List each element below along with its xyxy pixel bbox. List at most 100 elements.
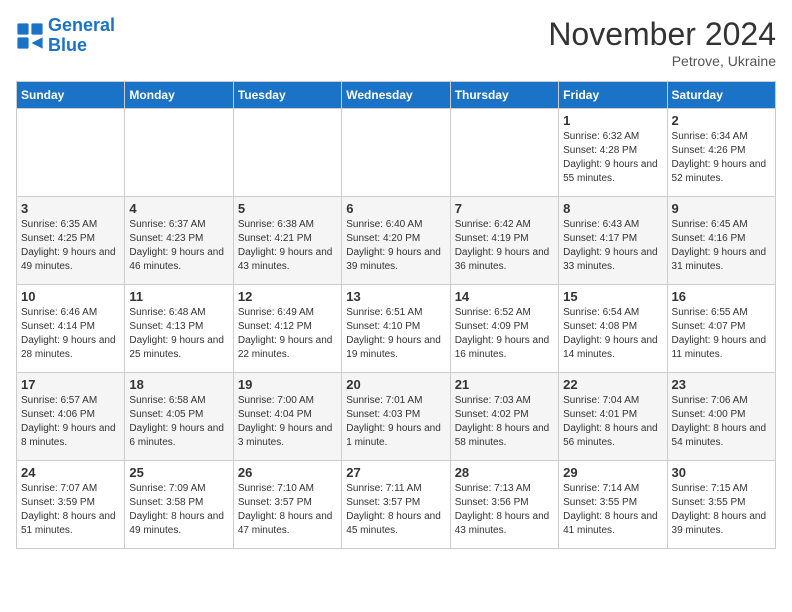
day-number: 21 (455, 377, 554, 392)
calendar-cell: 9Sunrise: 6:45 AM Sunset: 4:16 PM Daylig… (667, 197, 775, 285)
calendar-week-5: 24 Sunrise: 7:07 AM Sunset: 3:59 PM Dayli… (17, 461, 776, 549)
calendar-cell: 29 Sunrise: 7:14 AM Sunset: 3:55 PM Dayli… (559, 461, 667, 549)
calendar-week-3: 10 Sunrise: 6:46 AM Sunset: 4:14 PM Dayli… (17, 285, 776, 373)
day-info: Sunrise: 6:52 AM Sunset: 4:09 PM Dayligh… (455, 306, 554, 362)
day-number: 11 (129, 289, 228, 304)
calendar-cell: 5Sunrise: 6:38 AM Sunset: 4:21 PM Daylig… (233, 197, 341, 285)
calendar-cell: 28Sunrise: 7:13 AM Sunset: 3:56 PM Dayli… (450, 461, 558, 549)
calendar-cell: 11 Sunrise: 6:48 AM Sunset: 4:13 PM Dayli… (125, 285, 233, 373)
calendar-cell (450, 109, 558, 197)
day-number: 4 (129, 201, 228, 216)
day-number: 10 (21, 289, 120, 304)
day-info: Sunrise: 6:38 AM Sunset: 4:21 PM Dayligh… (238, 218, 337, 274)
day-number: 24 (21, 465, 120, 480)
day-number: 20 (346, 377, 445, 392)
calendar-cell (17, 109, 125, 197)
logo: General Blue (16, 16, 115, 56)
calendar-cell: 18 Sunrise: 6:58 AM Sunset: 4:05 PM Dayli… (125, 373, 233, 461)
calendar-cell: 26Sunrise: 7:10 AM Sunset: 3:57 PM Dayli… (233, 461, 341, 549)
day-info: Sunrise: 7:15 AM Sunset: 3:55 PM Dayligh… (672, 482, 771, 538)
day-number: 14 (455, 289, 554, 304)
calendar-cell: 21 Sunrise: 7:03 AM Sunset: 4:02 PM Dayli… (450, 373, 558, 461)
day-info: Sunrise: 6:42 AM Sunset: 4:19 PM Dayligh… (455, 218, 554, 274)
calendar-cell: 8 Sunrise: 6:43 AM Sunset: 4:17 PM Daylig… (559, 197, 667, 285)
day-info: Sunrise: 6:40 AM Sunset: 4:20 PM Dayligh… (346, 218, 445, 274)
day-number: 1 (563, 113, 662, 128)
day-number: 2 (672, 113, 771, 128)
calendar-cell (125, 109, 233, 197)
day-info: Sunrise: 6:43 AM Sunset: 4:17 PM Dayligh… (563, 218, 662, 274)
calendar-cell: 24 Sunrise: 7:07 AM Sunset: 3:59 PM Dayli… (17, 461, 125, 549)
location-subtitle: Petrove, Ukraine (548, 53, 776, 69)
day-info: Sunrise: 7:11 AM Sunset: 3:57 PM Dayligh… (346, 482, 445, 538)
calendar-cell: 30 Sunrise: 7:15 AM Sunset: 3:55 PM Dayli… (667, 461, 775, 549)
weekday-row: SundayMondayTuesdayWednesdayThursdayFrid… (17, 82, 776, 109)
calendar-header: SundayMondayTuesdayWednesdayThursdayFrid… (17, 82, 776, 109)
day-number: 7 (455, 201, 554, 216)
day-number: 9 (672, 201, 771, 216)
calendar-body: 1 Sunrise: 6:32 AM Sunset: 4:28 PM Daylig… (17, 109, 776, 549)
day-info: Sunrise: 6:58 AM Sunset: 4:05 PM Dayligh… (129, 394, 228, 450)
day-info: Sunrise: 7:03 AM Sunset: 4:02 PM Dayligh… (455, 394, 554, 450)
calendar-cell (342, 109, 450, 197)
day-info: Sunrise: 6:48 AM Sunset: 4:13 PM Dayligh… (129, 306, 228, 362)
month-title: November 2024 (548, 16, 776, 53)
day-info: Sunrise: 6:51 AM Sunset: 4:10 PM Dayligh… (346, 306, 445, 362)
day-info: Sunrise: 6:35 AM Sunset: 4:25 PM Dayligh… (21, 218, 120, 274)
day-info: Sunrise: 6:32 AM Sunset: 4:28 PM Dayligh… (563, 130, 662, 186)
day-number: 6 (346, 201, 445, 216)
day-number: 27 (346, 465, 445, 480)
calendar-cell: 1 Sunrise: 6:32 AM Sunset: 4:28 PM Daylig… (559, 109, 667, 197)
day-number: 12 (238, 289, 337, 304)
calendar-cell: 14 Sunrise: 6:52 AM Sunset: 4:09 PM Dayli… (450, 285, 558, 373)
calendar-cell: 22 Sunrise: 7:04 AM Sunset: 4:01 PM Dayli… (559, 373, 667, 461)
title-block: November 2024 Petrove, Ukraine (548, 16, 776, 69)
calendar-cell: 15Sunrise: 6:54 AM Sunset: 4:08 PM Dayli… (559, 285, 667, 373)
logo-line2: Blue (48, 35, 87, 55)
calendar-cell: 27 Sunrise: 7:11 AM Sunset: 3:57 PM Dayli… (342, 461, 450, 549)
day-number: 29 (563, 465, 662, 480)
day-number: 30 (672, 465, 771, 480)
calendar-table: SundayMondayTuesdayWednesdayThursdayFrid… (16, 81, 776, 549)
weekday-header-sunday: Sunday (17, 82, 125, 109)
day-number: 18 (129, 377, 228, 392)
day-info: Sunrise: 7:13 AM Sunset: 3:56 PM Dayligh… (455, 482, 554, 538)
day-info: Sunrise: 6:37 AM Sunset: 4:23 PM Dayligh… (129, 218, 228, 274)
calendar-cell: 17 Sunrise: 6:57 AM Sunset: 4:06 PM Dayli… (17, 373, 125, 461)
day-info: Sunrise: 7:14 AM Sunset: 3:55 PM Dayligh… (563, 482, 662, 538)
day-info: Sunrise: 6:34 AM Sunset: 4:26 PM Dayligh… (672, 130, 771, 186)
day-info: Sunrise: 7:00 AM Sunset: 4:04 PM Dayligh… (238, 394, 337, 450)
logo-icon (16, 22, 44, 50)
calendar-cell: 3Sunrise: 6:35 AM Sunset: 4:25 PM Daylig… (17, 197, 125, 285)
calendar-week-2: 3Sunrise: 6:35 AM Sunset: 4:25 PM Daylig… (17, 197, 776, 285)
day-info: Sunrise: 7:07 AM Sunset: 3:59 PM Dayligh… (21, 482, 120, 538)
day-info: Sunrise: 7:04 AM Sunset: 4:01 PM Dayligh… (563, 394, 662, 450)
day-info: Sunrise: 6:46 AM Sunset: 4:14 PM Dayligh… (21, 306, 120, 362)
weekday-header-tuesday: Tuesday (233, 82, 341, 109)
day-number: 15 (563, 289, 662, 304)
calendar-cell: 6 Sunrise: 6:40 AM Sunset: 4:20 PM Daylig… (342, 197, 450, 285)
page-header: General Blue November 2024 Petrove, Ukra… (16, 16, 776, 69)
weekday-header-thursday: Thursday (450, 82, 558, 109)
calendar-cell: 23Sunrise: 7:06 AM Sunset: 4:00 PM Dayli… (667, 373, 775, 461)
day-info: Sunrise: 7:06 AM Sunset: 4:00 PM Dayligh… (672, 394, 771, 450)
weekday-header-wednesday: Wednesday (342, 82, 450, 109)
day-number: 8 (563, 201, 662, 216)
day-number: 16 (672, 289, 771, 304)
calendar-week-4: 17 Sunrise: 6:57 AM Sunset: 4:06 PM Dayli… (17, 373, 776, 461)
day-info: Sunrise: 7:09 AM Sunset: 3:58 PM Dayligh… (129, 482, 228, 538)
calendar-week-1: 1 Sunrise: 6:32 AM Sunset: 4:28 PM Daylig… (17, 109, 776, 197)
calendar-cell: 19Sunrise: 7:00 AM Sunset: 4:04 PM Dayli… (233, 373, 341, 461)
day-info: Sunrise: 6:57 AM Sunset: 4:06 PM Dayligh… (21, 394, 120, 450)
day-info: Sunrise: 7:01 AM Sunset: 4:03 PM Dayligh… (346, 394, 445, 450)
day-number: 25 (129, 465, 228, 480)
day-info: Sunrise: 6:49 AM Sunset: 4:12 PM Dayligh… (238, 306, 337, 362)
weekday-header-saturday: Saturday (667, 82, 775, 109)
calendar-cell: 12 Sunrise: 6:49 AM Sunset: 4:12 PM Dayli… (233, 285, 341, 373)
calendar-cell (233, 109, 341, 197)
day-number: 17 (21, 377, 120, 392)
day-number: 22 (563, 377, 662, 392)
calendar-cell: 13Sunrise: 6:51 AM Sunset: 4:10 PM Dayli… (342, 285, 450, 373)
calendar-cell: 4 Sunrise: 6:37 AM Sunset: 4:23 PM Daylig… (125, 197, 233, 285)
calendar-cell: 20 Sunrise: 7:01 AM Sunset: 4:03 PM Dayli… (342, 373, 450, 461)
